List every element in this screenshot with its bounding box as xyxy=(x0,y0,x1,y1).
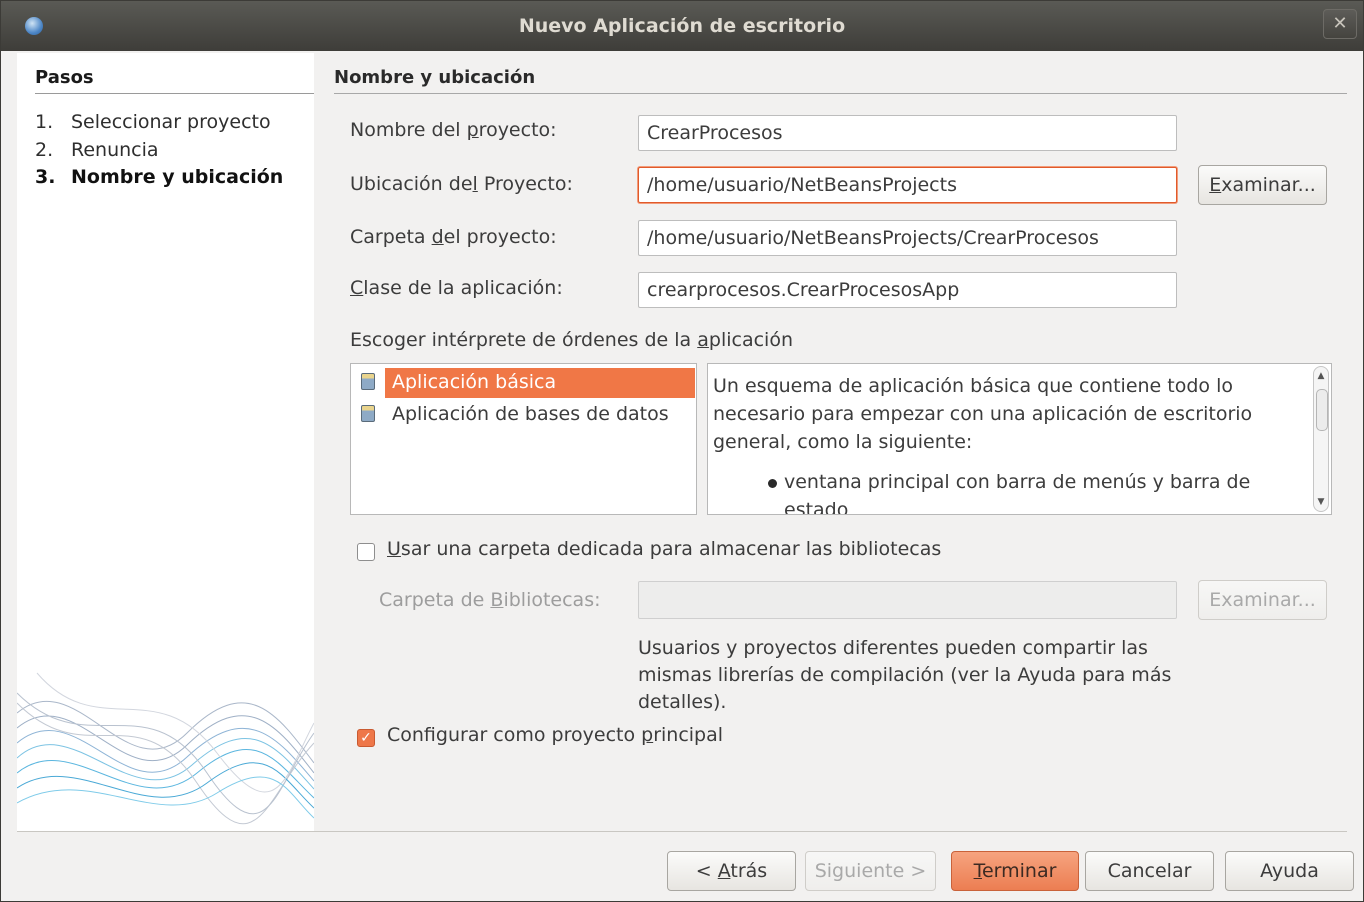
close-icon[interactable]: ✕ xyxy=(1323,9,1357,39)
scroll-up-icon[interactable]: ▲ xyxy=(1314,370,1328,382)
project-name-label: Nombre del proyecto: xyxy=(350,119,557,141)
shell-description-text: Un esquema de aplicación básica que cont… xyxy=(713,375,1253,453)
browse-libraries-button: Examinar... xyxy=(1198,580,1327,620)
shell-options-list[interactable]: Aplicación básica Aplicación de bases de… xyxy=(350,363,697,515)
help-button[interactable]: Ayuda xyxy=(1225,851,1354,891)
main-project-checkbox[interactable]: ✓ xyxy=(357,729,375,747)
step-1: 1. Seleccionar proyecto xyxy=(35,111,271,133)
section-heading: Nombre y ubicación xyxy=(334,67,536,88)
next-button: Siguiente > xyxy=(805,851,936,891)
shell-chooser-label: Escoger intérprete de órdenes de la apli… xyxy=(350,329,793,351)
dedicated-libraries-checkbox[interactable] xyxy=(357,543,375,561)
list-item-basic-app[interactable]: Aplicación básica xyxy=(351,366,696,398)
finish-button[interactable]: Terminar xyxy=(951,851,1079,891)
decorative-waves-image xyxy=(17,672,314,825)
footer-divider xyxy=(17,831,1347,832)
project-location-label: Ubicación del Proyecto: xyxy=(350,173,573,195)
form-template-icon xyxy=(361,373,375,390)
title-bar[interactable]: Nuevo Aplicación de escritorio ✕ xyxy=(1,1,1363,51)
steps-heading: Pasos xyxy=(35,67,94,88)
scroll-down-icon[interactable]: ▼ xyxy=(1314,496,1328,508)
libraries-folder-field xyxy=(638,581,1177,619)
section-divider xyxy=(334,93,1347,94)
back-button[interactable]: < Atrás xyxy=(667,851,796,891)
cancel-button[interactable]: Cancelar xyxy=(1085,851,1214,891)
scroll-thumb[interactable] xyxy=(1316,389,1328,431)
app-class-label: Clase de la aplicación: xyxy=(350,277,563,299)
steps-divider xyxy=(35,93,314,94)
libraries-folder-label: Carpeta de Bibliotecas: xyxy=(379,589,601,611)
dialog-window: Nuevo Aplicación de escritorio ✕ Pasos 1… xyxy=(0,0,1364,902)
shell-description-bullet: ventana principal con barra de menús y b… xyxy=(768,468,1308,514)
step-3-current: 3. Nombre y ubicación xyxy=(35,166,284,188)
steps-pane: Pasos 1. Seleccionar proyecto 2. Renuncia … xyxy=(17,53,314,831)
app-class-field[interactable]: crearprocesos.CrearProcesosApp xyxy=(638,272,1177,308)
project-folder-field[interactable]: /home/usuario/NetBeansProjects/CrearProc… xyxy=(638,220,1177,256)
main-project-label: Configurar como proyecto principal xyxy=(387,724,724,746)
dedicated-libraries-label: Usar una carpeta dedicada para almacenar… xyxy=(387,538,942,560)
project-folder-label: Carpeta del proyecto: xyxy=(350,226,557,248)
description-scrollbar[interactable]: ▲ ▼ xyxy=(1313,366,1329,512)
step-2: 2. Renuncia xyxy=(35,139,159,161)
list-item-database-app[interactable]: Aplicación de bases de datos xyxy=(351,398,696,430)
project-name-field[interactable]: CrearProcesos xyxy=(638,115,1177,151)
window-title: Nuevo Aplicación de escritorio xyxy=(518,15,846,37)
browse-location-button[interactable]: Examinar... xyxy=(1198,165,1327,205)
libraries-help-note: Usuarios y proyectos diferentes pueden c… xyxy=(638,637,1172,713)
form-template-icon xyxy=(361,405,375,422)
bullet-icon xyxy=(768,479,777,488)
shell-description-panel: Un esquema de aplicación básica que cont… xyxy=(707,363,1332,515)
project-location-field[interactable]: /home/usuario/NetBeansProjects xyxy=(638,167,1177,203)
